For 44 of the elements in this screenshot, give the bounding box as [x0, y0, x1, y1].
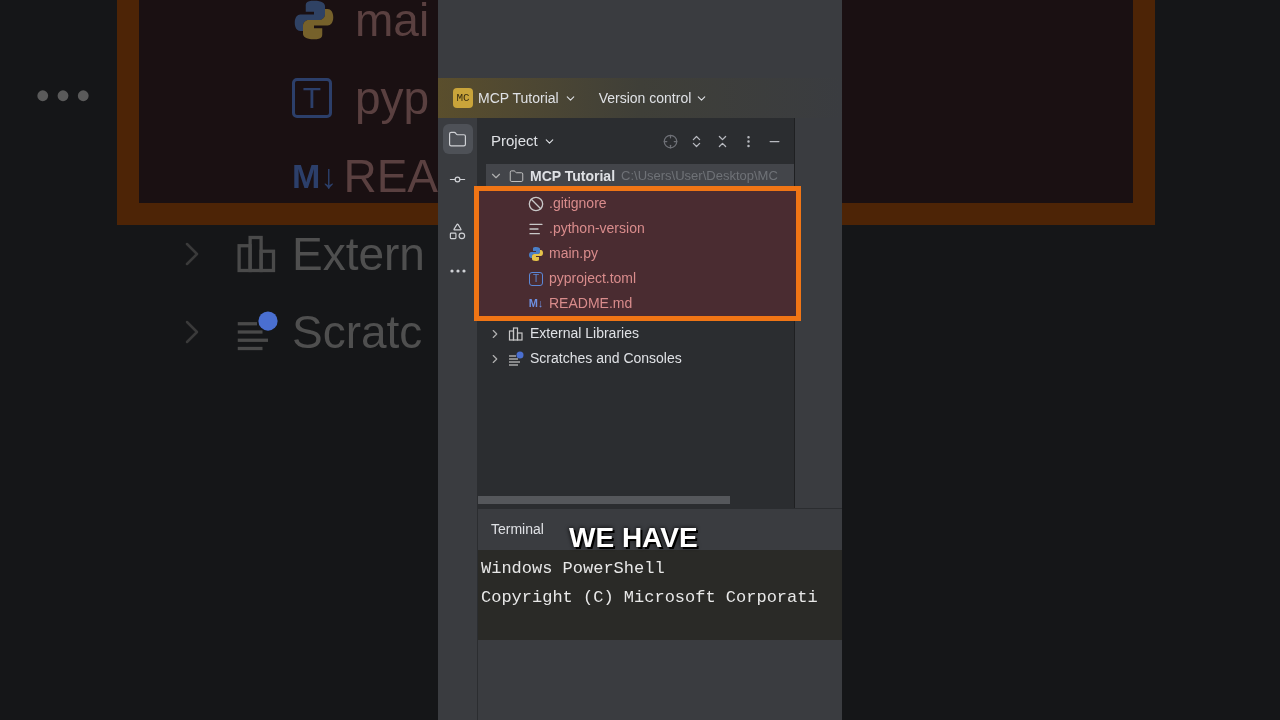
file-name: REA — [343, 153, 438, 199]
node-name: Scratches and Consoles — [530, 349, 682, 368]
python-icon — [292, 0, 336, 42]
ignore-file-icon — [528, 195, 544, 212]
terminal-line: Copyright (C) Microsoft Corporati — [481, 587, 819, 609]
version-control-menu[interactable]: Version control — [598, 87, 709, 109]
tree-row[interactable]: M↓ README.md — [479, 291, 796, 316]
file-name: Extern — [292, 231, 425, 277]
tree-row[interactable]: T pyproject.toml — [479, 266, 796, 291]
node-name: External Libraries — [530, 324, 639, 343]
terminal-line: Windows PowerShell — [481, 558, 666, 580]
tree-row[interactable]: .python-version — [479, 216, 796, 241]
file-name: mai — [355, 0, 430, 43]
tree-row[interactable]: Scratches and Consoles — [478, 346, 794, 371]
tree-row[interactable]: main.py — [479, 241, 796, 266]
tree-row[interactable]: External Libraries — [478, 321, 794, 346]
structure-icon — [448, 221, 467, 241]
markdown-file-icon: M↓ — [528, 298, 544, 309]
horizontal-scrollbar[interactable] — [478, 496, 730, 504]
tree-row[interactable]: .gitignore — [479, 191, 796, 216]
folder-name: MCP Tutorial — [530, 166, 616, 186]
tool-window-button[interactable] — [442, 124, 473, 154]
folder-icon — [509, 168, 524, 184]
caption: WE HAVE — [569, 524, 698, 552]
library-icon — [508, 325, 524, 342]
folder-icon — [448, 129, 467, 149]
more-icon — [449, 269, 466, 273]
file-name: main.py — [549, 244, 599, 263]
python-icon — [528, 245, 544, 262]
terminal-tab[interactable]: Terminal — [491, 519, 544, 540]
file-name: .gitignore — [549, 194, 607, 213]
markdown-file-icon: M↓ — [292, 159, 338, 193]
toml-file-icon: T — [292, 78, 332, 118]
file-name: README.md — [549, 294, 633, 313]
file-name: pyproject.toml — [549, 269, 637, 288]
scratch-file-icon — [508, 350, 524, 367]
toml-file-icon: T — [529, 271, 543, 286]
project-badge: MC — [453, 88, 473, 108]
more-icon — [36, 89, 90, 103]
file-name: Scratc — [292, 309, 423, 355]
locate-icon[interactable] — [663, 133, 678, 149]
project-switcher[interactable]: MC MCP Tutorial — [453, 87, 577, 109]
file-name: .python-version — [549, 219, 645, 238]
project-view-menu[interactable]: Project — [491, 129, 556, 153]
